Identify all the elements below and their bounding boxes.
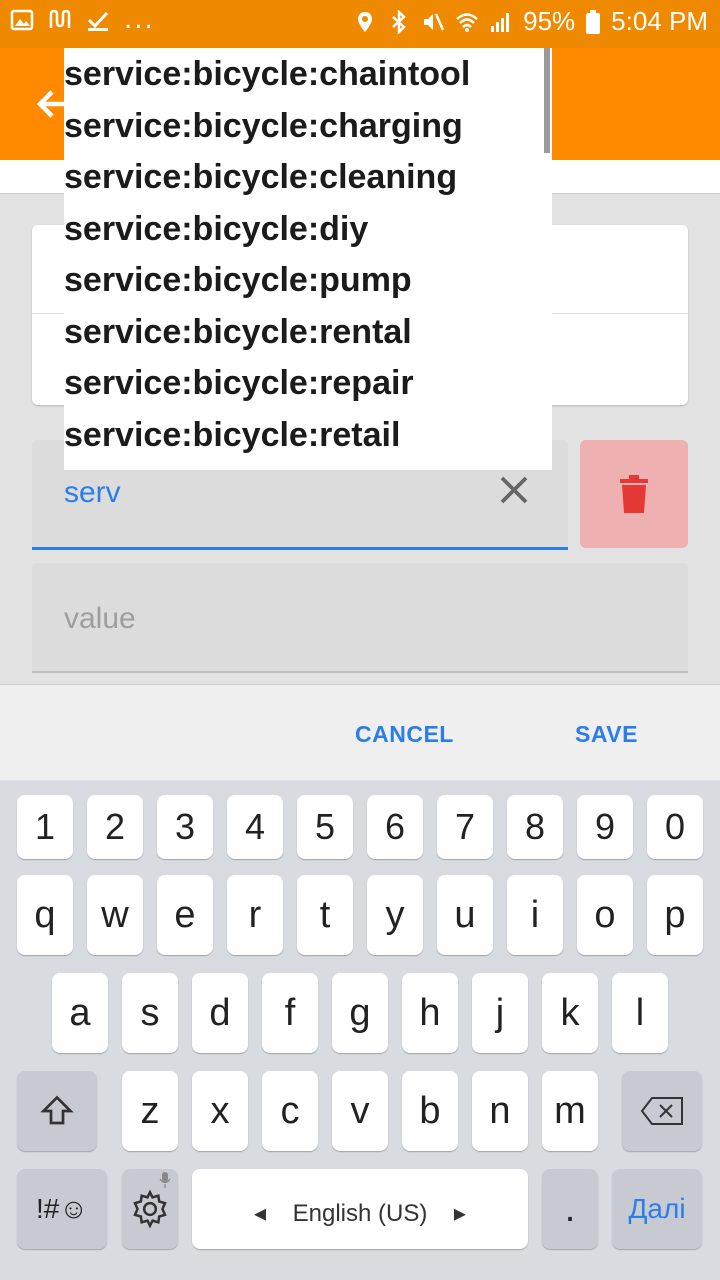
signal-icon bbox=[491, 12, 510, 32]
key-6[interactable]: 6 bbox=[367, 795, 423, 859]
keyboard-language: English (US) bbox=[292, 1200, 428, 1227]
battery-percent: 95% bbox=[523, 6, 576, 36]
suggestion-item[interactable]: service:bicycle:retail bbox=[64, 409, 552, 461]
key-3[interactable]: 3 bbox=[157, 795, 213, 859]
suggestion-item[interactable]: service:bicycle:rental bbox=[64, 306, 552, 358]
delete-tag-button[interactable] bbox=[580, 440, 688, 548]
key-x[interactable]: x bbox=[192, 1071, 248, 1151]
soft-keyboard: 1 2 3 4 5 6 7 8 9 0 q w e r t y u i o p … bbox=[0, 781, 720, 1280]
key-y[interactable]: y bbox=[367, 875, 423, 955]
settings-key[interactable] bbox=[122, 1169, 178, 1249]
value-field[interactable] bbox=[32, 563, 688, 673]
key-input-text: serv bbox=[64, 476, 121, 509]
key-b[interactable]: b bbox=[402, 1071, 458, 1151]
suggestion-item[interactable]: service:bicycle:repair bbox=[64, 357, 552, 409]
key-0[interactable]: 0 bbox=[647, 795, 703, 859]
key-m[interactable]: m bbox=[542, 1071, 598, 1151]
key-k[interactable]: k bbox=[542, 973, 598, 1053]
key-o[interactable]: o bbox=[577, 875, 633, 955]
app-notification-icon bbox=[49, 9, 71, 28]
shift-icon bbox=[40, 1095, 74, 1125]
key-2[interactable]: 2 bbox=[87, 795, 143, 859]
key-e[interactable]: e bbox=[157, 875, 213, 955]
space-left-arrow: ◂ bbox=[254, 1200, 267, 1227]
suggestion-item[interactable]: service:bicycle:cleaning bbox=[64, 151, 552, 203]
backspace-key[interactable] bbox=[622, 1071, 702, 1151]
microphone-icon bbox=[159, 1172, 171, 1188]
trash-icon bbox=[620, 475, 648, 513]
key-9[interactable]: 9 bbox=[577, 795, 633, 859]
value-input[interactable] bbox=[64, 599, 564, 639]
key-h[interactable]: h bbox=[402, 973, 458, 1053]
save-button[interactable]: SAVE bbox=[575, 721, 638, 748]
key-w[interactable]: w bbox=[87, 875, 143, 955]
key-u[interactable]: u bbox=[437, 875, 493, 955]
key-g[interactable]: g bbox=[332, 973, 388, 1053]
more-notifications: ... bbox=[124, 5, 155, 35]
key-4[interactable]: 4 bbox=[227, 795, 283, 859]
wifi-icon bbox=[456, 12, 478, 32]
gallery-notification-icon bbox=[10, 9, 34, 31]
dialog-actions: CANCEL SAVE bbox=[0, 684, 720, 780]
symbols-key[interactable]: !#☺ bbox=[17, 1169, 107, 1249]
key-a[interactable]: a bbox=[52, 973, 108, 1053]
space-key[interactable]: ◂ English (US) ▸ bbox=[192, 1169, 528, 1249]
download-done-icon bbox=[87, 11, 109, 31]
key-d[interactable]: d bbox=[192, 973, 248, 1053]
gear-icon bbox=[133, 1189, 167, 1229]
status-bar: ... 95% 5:04 PM bbox=[0, 0, 720, 48]
autocomplete-dropdown: service:bicycle:chaintool service:bicycl… bbox=[64, 48, 552, 470]
key-p[interactable]: p bbox=[647, 875, 703, 955]
key-1[interactable]: 1 bbox=[17, 795, 73, 859]
clear-icon[interactable] bbox=[496, 472, 532, 508]
key-z[interactable]: z bbox=[122, 1071, 178, 1151]
key-r[interactable]: r bbox=[227, 875, 283, 955]
key-f[interactable]: f bbox=[262, 973, 318, 1053]
suggestion-item[interactable]: service:bicycle:diy bbox=[64, 203, 552, 255]
clock: 5:04 PM bbox=[611, 6, 708, 36]
dropdown-scrollbar[interactable] bbox=[544, 48, 550, 153]
bluetooth-icon bbox=[392, 9, 406, 34]
backspace-icon bbox=[640, 1097, 683, 1125]
key-i[interactable]: i bbox=[507, 875, 563, 955]
period-key[interactable]: . bbox=[542, 1169, 598, 1249]
suggestion-item[interactable]: service:bicycle:pump bbox=[64, 254, 552, 306]
key-8[interactable]: 8 bbox=[507, 795, 563, 859]
key-v[interactable]: v bbox=[332, 1071, 388, 1151]
mute-icon bbox=[424, 12, 445, 31]
key-7[interactable]: 7 bbox=[437, 795, 493, 859]
key-5[interactable]: 5 bbox=[297, 795, 353, 859]
suggestion-item[interactable]: service:bicycle:charging bbox=[64, 100, 552, 152]
key-l[interactable]: l bbox=[612, 973, 668, 1053]
cancel-button[interactable]: CANCEL bbox=[355, 721, 454, 748]
key-c[interactable]: c bbox=[262, 1071, 318, 1151]
key-n[interactable]: n bbox=[472, 1071, 528, 1151]
battery-icon bbox=[586, 9, 601, 34]
shift-key[interactable] bbox=[17, 1071, 97, 1151]
key-t[interactable]: t bbox=[297, 875, 353, 955]
location-icon bbox=[358, 11, 373, 32]
key-j[interactable]: j bbox=[472, 973, 528, 1053]
key-s[interactable]: s bbox=[122, 973, 178, 1053]
suggestion-item[interactable]: service:bicycle:chaintool bbox=[64, 48, 552, 100]
space-right-arrow: ▸ bbox=[453, 1200, 466, 1227]
next-key[interactable]: Далі bbox=[612, 1169, 702, 1249]
key-q[interactable]: q bbox=[17, 875, 73, 955]
